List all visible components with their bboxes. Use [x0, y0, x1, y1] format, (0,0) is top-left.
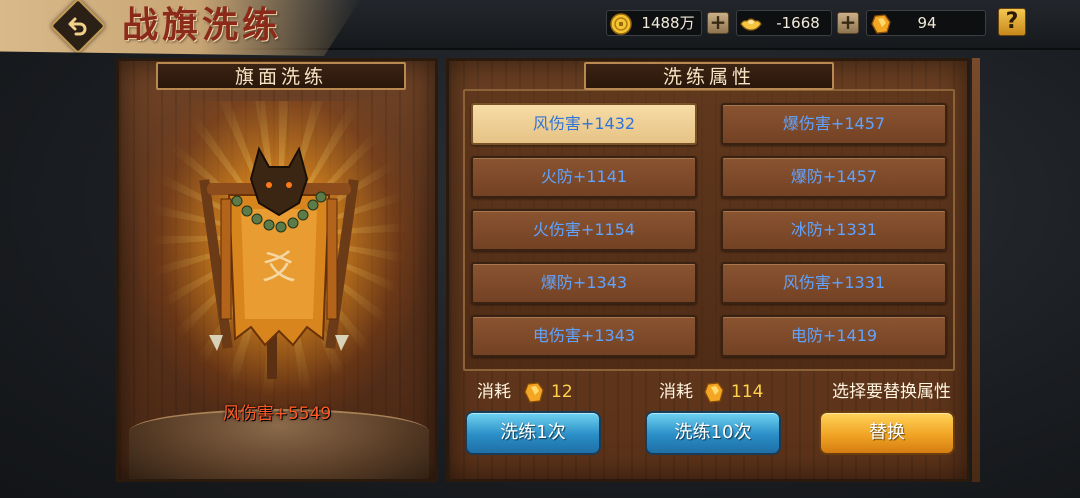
- attribute-slot-5[interactable]: 火伤害+1154: [471, 209, 697, 251]
- banner-stat: 风伤害+5549: [222, 404, 332, 424]
- attribute-slot-10[interactable]: 电防+1419: [721, 315, 947, 357]
- attribute-slot-4[interactable]: 爆防+1457: [721, 156, 947, 198]
- war-banner-image: 爻: [199, 146, 359, 379]
- attribute-slot-9[interactable]: 电伤害+1343: [471, 315, 697, 357]
- stone-currency: 94: [866, 10, 986, 36]
- gold-currency: 1488万: [606, 10, 702, 36]
- svg-text:爻: 爻: [262, 248, 296, 288]
- cost-value-ten: 114: [731, 382, 764, 402]
- refine-once-button[interactable]: 洗练1次: [465, 411, 601, 455]
- replace-hint: 选择要替换属性: [832, 382, 951, 402]
- attribute-slot-8[interactable]: 风伤害+1331: [721, 262, 947, 304]
- gold-value: 1488万: [641, 14, 695, 32]
- refine-stone-icon: [871, 14, 891, 34]
- attribute-slot-2[interactable]: 爆伤害+1457: [721, 103, 947, 145]
- attribute-slot-7[interactable]: 爆防+1343: [471, 262, 697, 304]
- back-arrow-icon: [68, 17, 87, 36]
- page-title: 战旗洗练: [122, 4, 283, 46]
- add-gold-button[interactable]: +: [707, 12, 729, 34]
- panel-edge: [972, 58, 980, 482]
- attribute-slot-6[interactable]: 冰防+1331: [721, 209, 947, 251]
- banner-panel: 爻 风伤害+5549: [116, 58, 438, 482]
- cost-label-ten: 消耗: [659, 382, 693, 402]
- silver-ingot-icon: [740, 18, 762, 31]
- silver-value: -1668: [776, 14, 820, 32]
- cost-value-once: 12: [551, 382, 573, 402]
- refine-stone-icon: [524, 382, 544, 403]
- cost-label-once: 消耗: [477, 382, 511, 402]
- attribute-slot-3[interactable]: 火防+1141: [471, 156, 697, 198]
- gold-coin-icon: [610, 13, 632, 35]
- stone-value: 94: [917, 14, 937, 32]
- replace-button[interactable]: 替换: [819, 411, 955, 455]
- add-silver-button[interactable]: +: [837, 12, 859, 34]
- refine-ten-button[interactable]: 洗练10次: [645, 411, 781, 455]
- refine-stone-icon: [704, 382, 724, 403]
- attribute-slot-1[interactable]: 风伤害+1432: [471, 103, 697, 145]
- attributes-panel: 风伤害+1432 爆伤害+1457 火防+1141 爆防+1457 火伤害+11…: [446, 58, 970, 482]
- help-button[interactable]: ?: [998, 8, 1026, 36]
- attributes-panel-title: 洗练属性: [584, 62, 834, 90]
- banner-panel-title: 旗面洗练: [156, 62, 406, 90]
- silver-currency: -1668: [736, 10, 832, 36]
